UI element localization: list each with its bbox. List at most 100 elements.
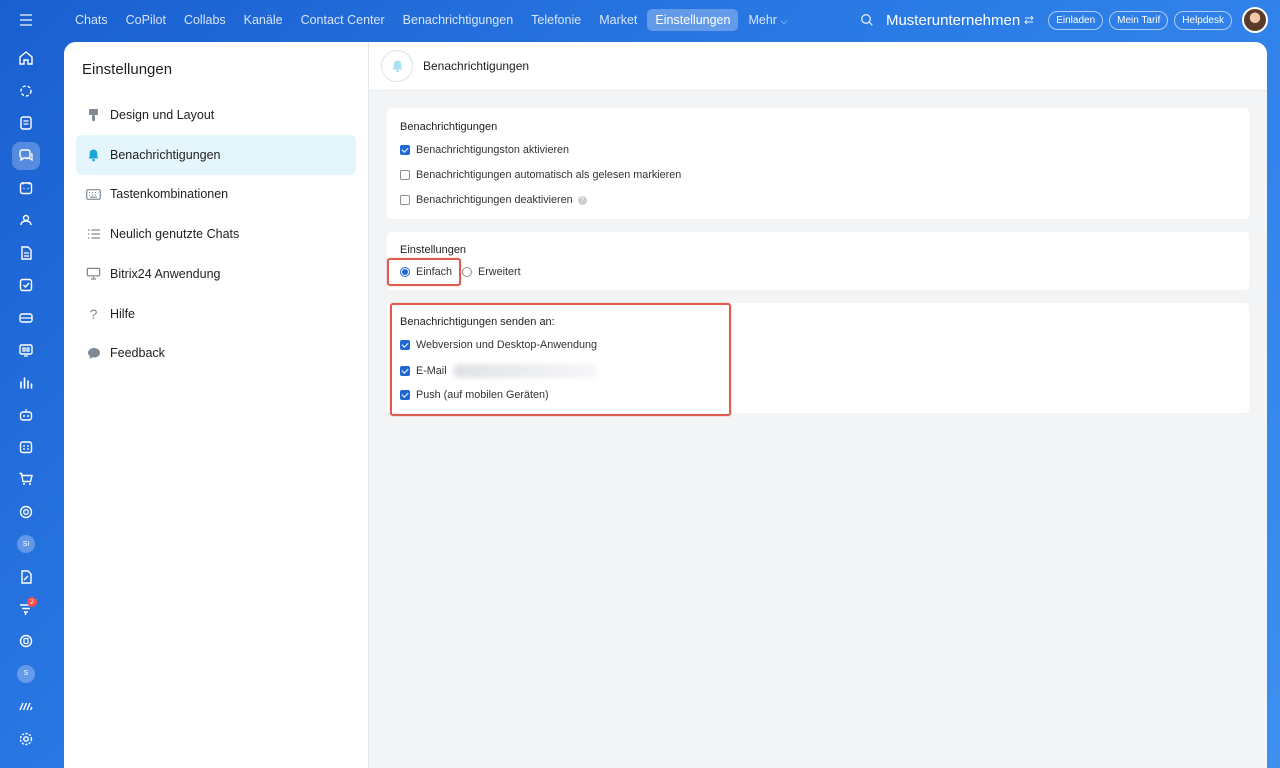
rail-schedule[interactable] — [12, 433, 40, 461]
helpdesk-button[interactable]: Helpdesk — [1174, 10, 1232, 30]
rail-bitrix[interactable] — [12, 692, 40, 720]
nav-copilot[interactable]: CoPilot — [118, 9, 174, 31]
avatar-s: S — [17, 664, 35, 683]
menu-item-label: Tastenkombinationen — [110, 187, 229, 202]
radio-advanced[interactable]: Erweitert — [462, 266, 521, 278]
rail-goals[interactable] — [12, 498, 40, 526]
home-icon — [19, 51, 33, 66]
menu-item-feedback[interactable]: Feedback — [76, 333, 356, 373]
sign-icon — [21, 569, 32, 584]
my-plan-button[interactable]: Mein Tarif — [1109, 10, 1169, 30]
menu-icon — [20, 14, 32, 26]
nav-telefonie[interactable]: Telefonie — [523, 9, 589, 31]
rail-sites[interactable] — [12, 336, 40, 364]
company-name[interactable]: Musterunternehmen — [886, 12, 1020, 29]
menu-item-design[interactable]: Design und Layout — [76, 95, 356, 135]
rail-user-s[interactable]: S — [12, 660, 40, 688]
nav-kanaele[interactable]: Kanäle — [236, 9, 291, 31]
bell-icon — [86, 147, 101, 162]
rail-feed[interactable] — [12, 109, 40, 137]
top-nav-right: Musterunternehmen Einladen Mein Tarif He… — [860, 0, 1268, 40]
calendar-icon — [19, 181, 33, 195]
menu-item-help[interactable]: ? Hilfe — [76, 294, 356, 334]
crm-icon — [19, 312, 33, 323]
bitrix-icon — [19, 702, 33, 711]
menu-item-recent-chats[interactable]: Neulich genutzte Chats — [76, 214, 356, 254]
menu-item-label: Benachrichtigungen — [110, 147, 221, 162]
search-icon[interactable] — [860, 13, 874, 27]
menu-item-label: Feedback — [110, 346, 165, 361]
option-disable[interactable]: Benachrichtigungen deaktivieren ? — [400, 194, 587, 206]
rail-copilot[interactable] — [12, 77, 40, 105]
option-label: Benachrichtigungen automatisch als geles… — [416, 169, 682, 181]
nav-market[interactable]: Market — [591, 9, 645, 31]
left-rail: SI 2 S — [0, 0, 52, 768]
notifications-card: Benachrichtigungen Benachrichtigungston … — [387, 108, 1249, 219]
header-icon — [381, 50, 413, 82]
nav-chats[interactable]: Chats — [67, 9, 116, 31]
page-title: Benachrichtigungen — [423, 59, 530, 73]
schedule-icon — [19, 441, 33, 454]
top-nav-items: Chats CoPilot Collabs Kanäle Contact Cen… — [67, 9, 797, 31]
radio-button[interactable] — [462, 267, 472, 277]
menu-item-shortcuts[interactable]: Tastenkombinationen — [76, 174, 356, 214]
user-avatar[interactable] — [1242, 7, 1268, 33]
nav-mehr-label: Mehr — [748, 13, 777, 27]
content-header: Benachrichtigungen — [369, 42, 1267, 91]
menu-item-label: Bitrix24 Anwendung — [110, 266, 221, 281]
rail-documents[interactable] — [12, 239, 40, 267]
question-icon: ? — [89, 305, 98, 322]
list-icon — [86, 227, 101, 242]
rail-home[interactable] — [12, 44, 40, 72]
bell-icon — [392, 60, 402, 73]
rail-robot[interactable] — [12, 401, 40, 429]
notifications-card-title: Benachrichtigungen — [400, 121, 498, 133]
menu-item-notifications[interactable]: Benachrichtigungen — [76, 134, 356, 175]
switch-icon[interactable] — [1024, 15, 1034, 25]
option-sound[interactable]: Benachrichtigungston aktivieren — [400, 144, 569, 156]
rail-chats[interactable] — [12, 141, 40, 170]
chats-icon — [19, 148, 33, 161]
menu-toggle[interactable] — [0, 0, 52, 40]
radio-label: Erweitert — [478, 266, 521, 278]
rail-automation[interactable]: 2 — [12, 595, 40, 623]
rail-analytics[interactable] — [12, 368, 40, 396]
settings-menu: Design und Layout Benachrichtigungen Tas… — [76, 95, 356, 373]
support-icon — [19, 635, 33, 648]
highlight-simple-radio — [387, 258, 461, 286]
rail-calendar[interactable] — [12, 174, 40, 202]
rail-shop[interactable] — [12, 465, 40, 493]
monitor-icon — [86, 266, 101, 281]
rail-settings[interactable] — [12, 725, 40, 753]
tasks-icon — [19, 278, 33, 292]
nav-mehr[interactable]: Mehr ⌵ — [740, 9, 795, 31]
settings-mode-title: Einstellungen — [400, 244, 467, 256]
checkbox[interactable] — [400, 170, 410, 180]
contacts-icon — [20, 215, 32, 226]
option-label: Benachrichtigungston aktivieren — [416, 144, 570, 156]
nav-benachrichtigungen[interactable]: Benachrichtigungen — [395, 9, 522, 31]
top-navigation: Chats CoPilot Collabs Kanäle Contact Cen… — [52, 0, 1280, 40]
highlight-send-to — [390, 303, 731, 416]
rail-support[interactable] — [12, 627, 40, 655]
menu-item-label: Neulich genutzte Chats — [110, 227, 240, 242]
help-icon[interactable]: ? — [577, 195, 587, 205]
robot-icon — [19, 408, 33, 421]
menu-item-bitrix-app[interactable]: Bitrix24 Anwendung — [76, 254, 356, 294]
rail-crm[interactable] — [12, 304, 40, 332]
checkbox[interactable] — [400, 145, 410, 155]
rail-sign[interactable] — [12, 563, 40, 591]
nav-contact-center[interactable]: Contact Center — [293, 9, 393, 31]
rail-contacts[interactable] — [12, 206, 40, 234]
nav-einstellungen[interactable]: Einstellungen — [647, 9, 739, 31]
keyboard-icon — [86, 187, 101, 202]
option-auto-read[interactable]: Benachrichtigungen automatisch als geles… — [400, 169, 681, 181]
settings-panel: Einstellungen Design und Layout Benachri… — [64, 42, 1267, 768]
menu-item-label: Hilfe — [110, 306, 136, 321]
shop-icon — [19, 473, 33, 486]
nav-collabs[interactable]: Collabs — [176, 9, 234, 31]
rail-tasks[interactable] — [12, 271, 40, 299]
checkbox[interactable] — [400, 195, 410, 205]
invite-button[interactable]: Einladen — [1048, 10, 1104, 30]
rail-user-si[interactable]: SI — [12, 530, 40, 558]
